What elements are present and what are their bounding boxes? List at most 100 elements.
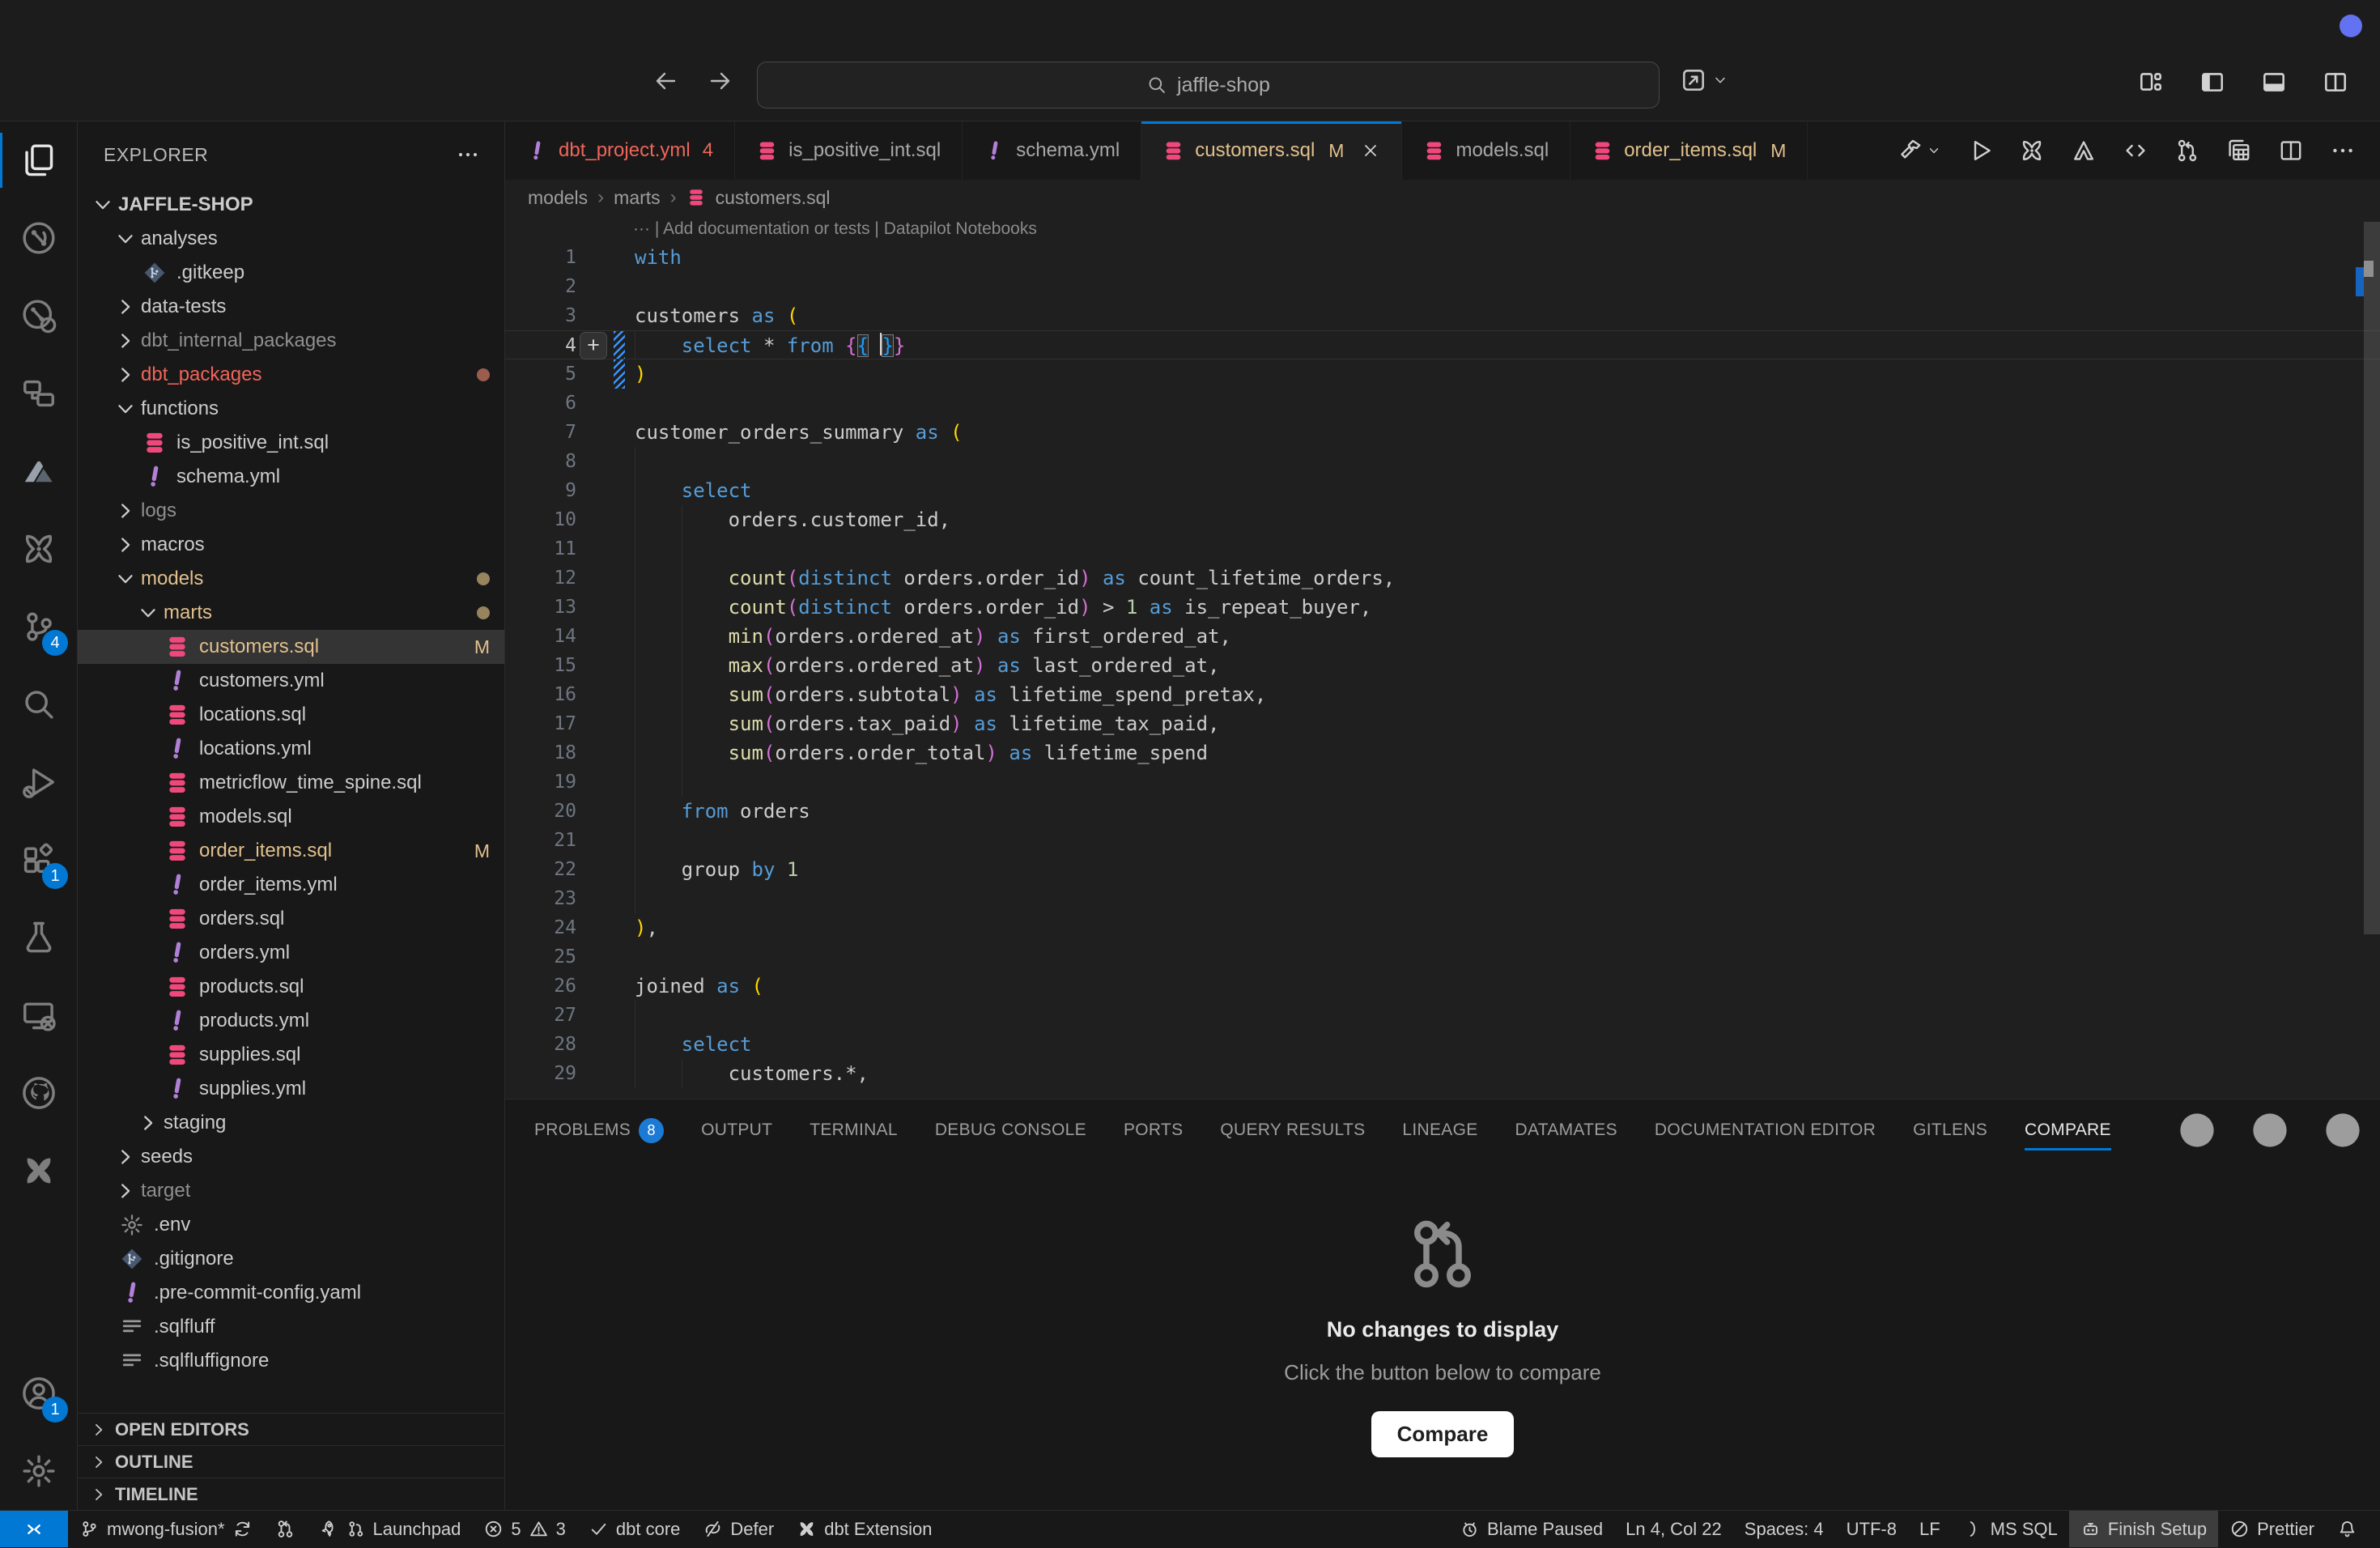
status-problems[interactable]: 53 [472, 1511, 577, 1547]
tree-item-.sqlfluffignore[interactable]: .sqlfluffignore [78, 1344, 504, 1378]
tree-item-supplies.yml[interactable]: supplies.yml [78, 1072, 504, 1106]
more-actions-icon[interactable] [2330, 138, 2356, 164]
panel-tab-datamates[interactable]: DATAMATES [1515, 1099, 1617, 1161]
add-line-action-button[interactable]: + [580, 332, 607, 359]
activity-item-github[interactable] [0, 1054, 78, 1132]
tree-item-metricflow_time_spine.sql[interactable]: metricflow_time_spine.sql [78, 766, 504, 800]
status-cursor-position[interactable]: Ln 4, Col 22 [1614, 1511, 1733, 1547]
activity-item-dbt-extension[interactable] [0, 1132, 78, 1210]
tab-customers.sql[interactable]: customers.sqlM [1141, 121, 1402, 180]
tree-item-dbt_packages[interactable]: dbt_packages [78, 358, 504, 392]
activity-item-dbt-project[interactable] [0, 199, 78, 277]
tree-item-customers.sql[interactable]: customers.sqlM [78, 630, 504, 664]
tree-item-products.yml[interactable]: products.yml [78, 1004, 504, 1038]
status-blame[interactable]: Blame Paused [1448, 1511, 1614, 1547]
code-line-1[interactable]: 1with [505, 243, 2380, 272]
status-finish-setup[interactable]: Finish Setup [2069, 1511, 2218, 1547]
tree-item-locations.yml[interactable]: locations.yml [78, 732, 504, 766]
tree-item-target[interactable]: target [78, 1174, 504, 1208]
activity-item-extensions[interactable]: 1 [0, 821, 78, 899]
tree-item-seeds[interactable]: seeds [78, 1140, 504, 1174]
code-line-20[interactable]: 20 from orders [505, 797, 2380, 826]
code-line-5[interactable]: 5) [505, 359, 2380, 389]
codelens[interactable]: ··· | Add documentation or tests | Datap… [505, 215, 2380, 243]
forward-arrow-icon[interactable] [708, 68, 733, 94]
layout-split-icon[interactable] [2322, 68, 2349, 96]
code-editor[interactable]: ··· | Add documentation or tests | Datap… [505, 215, 2380, 1099]
tree-item-macros[interactable]: macros [78, 528, 504, 562]
activity-item-accounts[interactable]: 1 [0, 1354, 78, 1432]
code-line-8[interactable]: 8 [505, 447, 2380, 476]
status-defer[interactable]: Defer [691, 1511, 785, 1547]
panel-tab-problems[interactable]: PROBLEMS8 [534, 1099, 664, 1161]
tree-item-orders.yml[interactable]: orders.yml [78, 936, 504, 970]
remote-indicator[interactable] [0, 1511, 68, 1547]
code-line-3[interactable]: 3customers as ( [505, 301, 2380, 330]
status-language-mode[interactable]: MS SQL [1952, 1511, 2069, 1547]
tree-item-order_items.sql[interactable]: order_items.sqlM [78, 834, 504, 868]
breadcrumb-item[interactable]: models [528, 187, 588, 209]
panel-tab-ports[interactable]: PORTS [1124, 1099, 1183, 1161]
tree-item-supplies.sql[interactable]: supplies.sql [78, 1038, 504, 1072]
run-icon[interactable] [1967, 138, 1993, 164]
share-button[interactable] [1680, 66, 1728, 94]
tree-item-orders.sql[interactable]: orders.sql [78, 902, 504, 936]
status-encoding[interactable]: UTF-8 [1835, 1511, 1908, 1547]
compare-changes-icon[interactable] [2174, 138, 2200, 164]
tree-item-products.sql[interactable]: products.sql [78, 970, 504, 1004]
activity-item-dbt-power-user[interactable] [0, 510, 78, 588]
code-line-10[interactable]: 10 orders.customer_id, [505, 505, 2380, 534]
status-indentation[interactable]: Spaces: 4 [1733, 1511, 1835, 1547]
panel-tab-debug-console[interactable]: DEBUG CONSOLE [935, 1099, 1086, 1161]
panel-tab-documentation-editor[interactable]: DOCUMENTATION EDITOR [1655, 1099, 1876, 1161]
section-open-editors[interactable]: OPEN EDITORS [78, 1413, 504, 1445]
code-line-14[interactable]: 14 min(orders.ordered_at) as first_order… [505, 622, 2380, 651]
show-code-icon[interactable] [2123, 138, 2148, 164]
status-eol[interactable]: LF [1908, 1511, 1952, 1547]
code-line-23[interactable]: 23 [505, 884, 2380, 913]
code-line-24[interactable]: 24), [505, 913, 2380, 942]
layout-sidebar-icon[interactable] [2199, 68, 2226, 96]
close-tab-icon[interactable] [1361, 141, 1380, 160]
panel-tab-compare[interactable]: COMPARE [2025, 1099, 2111, 1161]
tree-item-data-tests[interactable]: data-tests [78, 290, 504, 324]
activity-item-dbt-lineage[interactable] [0, 277, 78, 355]
tree-item-functions[interactable]: functions [78, 392, 504, 426]
panel-tab-query-results[interactable]: QUERY RESULTS [1220, 1099, 1365, 1161]
tree-item-customers.yml[interactable]: customers.yml [78, 664, 504, 698]
code-line-15[interactable]: 15 max(orders.ordered_at) as last_ordere… [505, 651, 2380, 680]
tree-item-.env[interactable]: .env [78, 1208, 504, 1242]
status-launchpad[interactable]: Launchpad [307, 1511, 473, 1547]
tree-item-order_items.yml[interactable]: order_items.yml [78, 868, 504, 902]
tree-item-dbt_internal_packages[interactable]: dbt_internal_packages [78, 324, 504, 358]
tree-item-staging[interactable]: staging [78, 1106, 504, 1140]
tree-item-.pre-commit-config.yaml[interactable]: .pre-commit-config.yaml [78, 1276, 504, 1310]
code-line-6[interactable]: 6 [505, 389, 2380, 418]
code-line-17[interactable]: 17 sum(orders.tax_paid) as lifetime_tax_… [505, 709, 2380, 738]
tab-models.sql[interactable]: models.sql [1402, 121, 1570, 180]
tree-item-models[interactable]: models [78, 562, 504, 596]
panel-tab-terminal[interactable]: TERMINAL [810, 1099, 898, 1161]
editor-action-build-hammer[interactable] [1898, 138, 1941, 164]
code-line-26[interactable]: 26joined as ( [505, 972, 2380, 1001]
activity-item-source-control[interactable]: 4 [0, 588, 78, 666]
datapilot-icon[interactable] [2071, 138, 2097, 164]
editor-scrollbar[interactable] [2364, 215, 2380, 1099]
tree-item-jaffle-shop[interactable]: JAFFLE-SHOP [78, 188, 504, 222]
status-git-compare[interactable] [264, 1511, 307, 1547]
layout-customize-icon[interactable] [2137, 68, 2165, 96]
code-line-16[interactable]: 16 sum(orders.subtotal) as lifetime_spen… [505, 680, 2380, 709]
status-prettier[interactable]: Prettier [2218, 1511, 2326, 1547]
code-line-4[interactable]: 4+ select * from {{ }} [505, 330, 2380, 359]
code-line-22[interactable]: 22 group by 1 [505, 855, 2380, 884]
tab-order_items.sql[interactable]: order_items.sqlM [1570, 121, 1808, 180]
code-line-2[interactable]: 2 [505, 272, 2380, 301]
panel-tab-output[interactable]: OUTPUT [701, 1099, 772, 1161]
code-line-11[interactable]: 11 [505, 534, 2380, 563]
breadcrumb-item[interactable]: marts [614, 187, 661, 209]
code-line-9[interactable]: 9 select [505, 476, 2380, 505]
activity-item-testing[interactable] [0, 899, 78, 976]
tree-item-schema.yml[interactable]: schema.yml [78, 460, 504, 494]
split-editor-icon[interactable] [2278, 138, 2304, 164]
status-notifications[interactable] [2326, 1511, 2369, 1547]
